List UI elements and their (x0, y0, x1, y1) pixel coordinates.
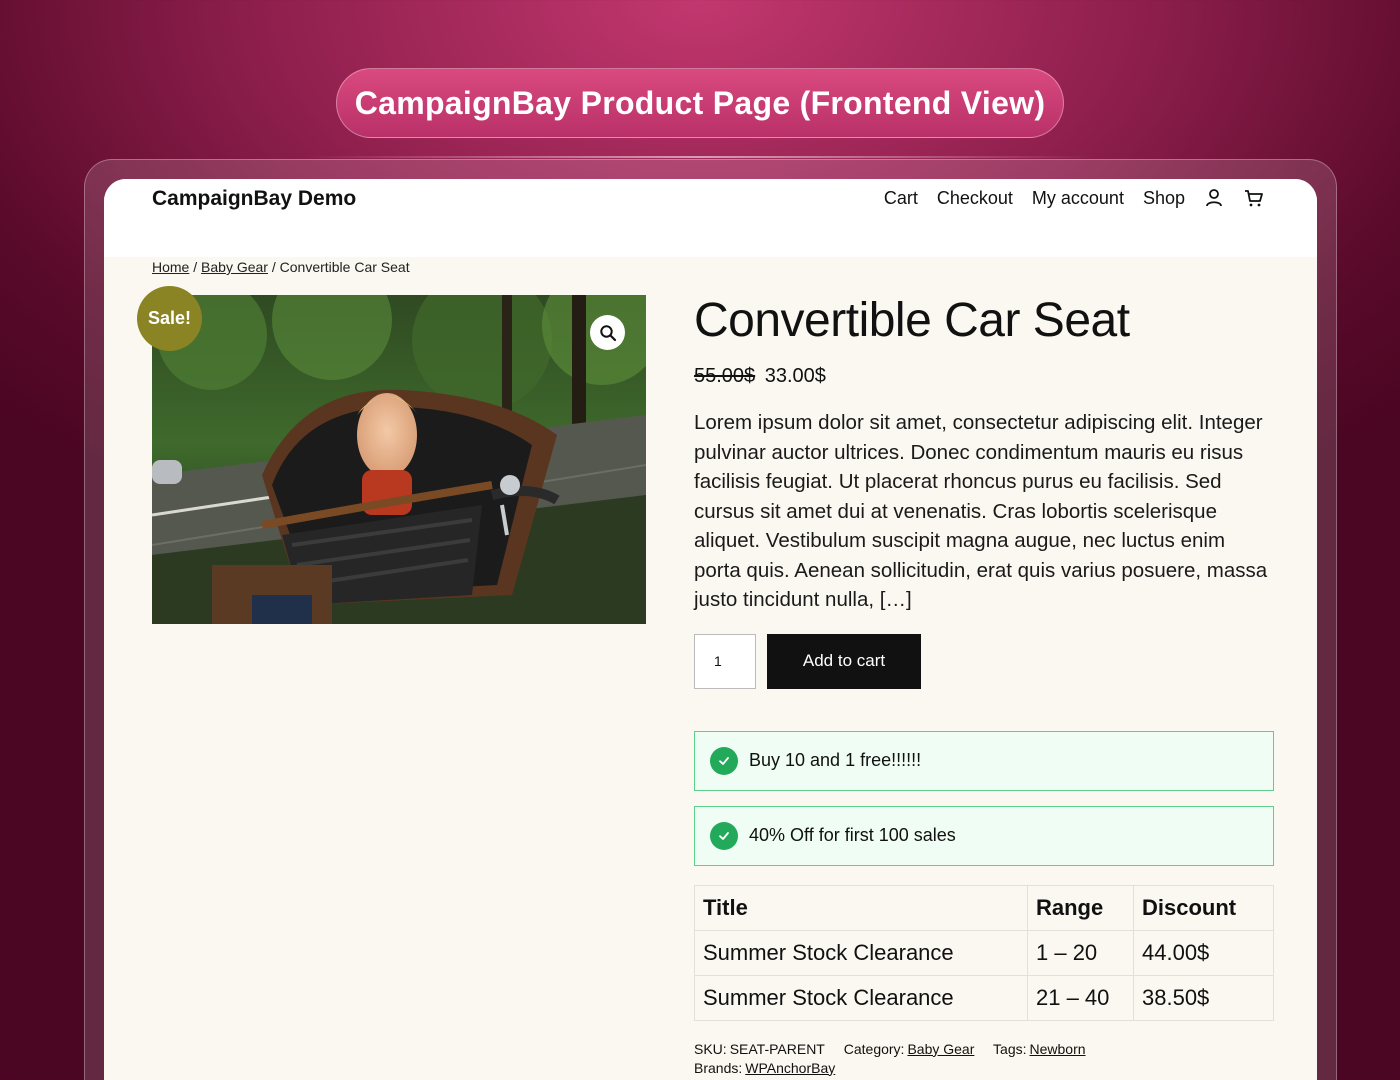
check-icon (710, 821, 738, 850)
cart-icon[interactable] (1243, 187, 1265, 209)
breadcrumb-separator: / (271, 259, 276, 275)
tier-title: Summer Stock Clearance (694, 929, 1028, 976)
product-image[interactable] (152, 295, 646, 624)
sku-label: SKU: (694, 1040, 727, 1057)
sale-price: 33.00$ (764, 365, 826, 387)
product-summary: Convertible Car Seat 55.00$ 33.00$ Lorem… (694, 291, 1274, 1078)
tier-title: Summer Stock Clearance (694, 974, 1028, 1021)
campaign-notice: 40% Off for first 100 sales (694, 805, 1274, 866)
nav-my-account[interactable]: My account (1032, 188, 1124, 209)
store-window: CampaignBay Demo Cart Checkout My accoun… (104, 179, 1317, 1080)
price: 55.00$ 33.00$ (694, 365, 1274, 388)
short-description: Lorem ipsum dolor sit amet, consectetur … (694, 411, 1268, 611)
breadcrumb-home[interactable]: Home (152, 259, 189, 275)
brands-label: Brands: (694, 1059, 743, 1076)
category-label: Category: (843, 1040, 905, 1057)
breadcrumb: Home / Baby Gear / Convertible Car Seat (152, 259, 410, 275)
quantity-discount-table: Title Range Discount Summer Stock Cleara… (694, 884, 1274, 1021)
column-header-discount: Discount (1133, 884, 1274, 931)
category-link[interactable]: Baby Gear (907, 1041, 974, 1057)
page-banner: CampaignBay Product Page (Frontend View) (336, 68, 1064, 138)
main-nav: Cart Checkout My account Shop (865, 187, 1265, 209)
tier-range: 21 – 40 (1027, 974, 1134, 1021)
table-header-row: Title Range Discount (694, 884, 1274, 931)
tag-link[interactable]: Newborn (1030, 1041, 1086, 1057)
breadcrumb-category[interactable]: Baby Gear (201, 259, 268, 275)
quantity-input[interactable] (694, 633, 756, 689)
notice-text: Buy 10 and 1 free!!!!!! (749, 750, 922, 770)
regular-price: 55.00$ (694, 365, 756, 387)
sku-value: SEAT-PARENT (729, 1040, 825, 1057)
site-title[interactable]: CampaignBay Demo (152, 187, 356, 211)
add-to-cart-form: Add to cart (694, 633, 1274, 689)
breadcrumb-current: Convertible Car Seat (279, 259, 410, 275)
account-icon[interactable] (1203, 187, 1225, 209)
sale-badge: Sale! (137, 286, 202, 351)
table-row: Summer Stock Clearance 21 – 40 38.50$ (694, 974, 1274, 1021)
column-header-title: Title (694, 884, 1028, 931)
check-icon (710, 746, 738, 775)
tier-discount: 38.50$ (1133, 974, 1274, 1021)
tier-discount: 44.00$ (1133, 929, 1274, 976)
column-header-range: Range (1027, 884, 1134, 931)
campaign-notice: Buy 10 and 1 free!!!!!! (694, 730, 1274, 791)
tier-range: 1 – 20 (1027, 929, 1134, 976)
magnifier-icon[interactable] (590, 315, 625, 350)
nav-shop[interactable]: Shop (1143, 188, 1185, 209)
nav-checkout[interactable]: Checkout (937, 188, 1013, 209)
breadcrumb-separator: / (193, 259, 198, 275)
table-row: Summer Stock Clearance 1 – 20 44.00$ (694, 929, 1274, 976)
site-header: CampaignBay Demo Cart Checkout My accoun… (104, 179, 1317, 257)
banner-divider (305, 156, 1095, 158)
notice-text: 40% Off for first 100 sales (749, 825, 956, 845)
nav-cart[interactable]: Cart (884, 188, 918, 209)
tags-label: Tags: (993, 1040, 1027, 1057)
banner-title: CampaignBay Product Page (Frontend View) (354, 84, 1046, 121)
product-meta: SKU: SEAT-PARENT Category: Baby Gear Tags:… (694, 1040, 1274, 1078)
brand-link[interactable]: WPAnchorBay (745, 1060, 835, 1076)
add-to-cart-button[interactable]: Add to cart (767, 633, 921, 689)
product-title: Convertible Car Seat (694, 294, 1130, 347)
